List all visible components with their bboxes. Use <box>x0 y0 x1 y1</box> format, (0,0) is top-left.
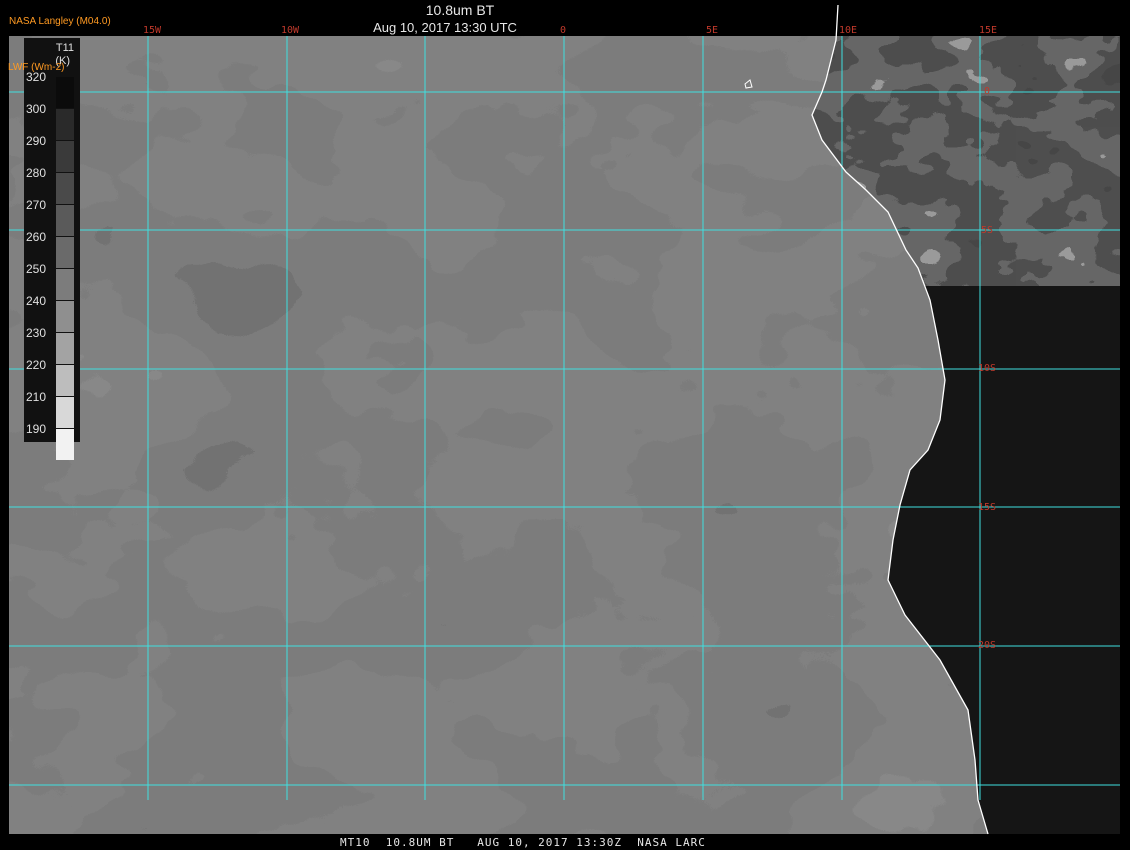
legend-swatch <box>56 333 74 364</box>
latitude-label: 20S <box>978 640 996 651</box>
map-timestamp: Aug 10, 2017 13:30 UTC <box>373 20 517 35</box>
satellite-map: 15W 10W 0 5E 10E 15E 05S10S15S20S <box>9 4 1120 835</box>
legend-swatch <box>56 429 74 460</box>
legend-label: 240 <box>26 294 47 308</box>
legend-swatch <box>56 77 74 108</box>
latitude-label: 0 <box>984 86 990 97</box>
legend-swatch <box>56 109 74 140</box>
legend-label: 250 <box>26 262 47 276</box>
legend-label: 320 <box>26 70 47 84</box>
legend-swatch <box>56 301 74 332</box>
footer-caption: MT10 10.8UM BT AUG 10, 2017 13:30Z NASA … <box>340 836 706 849</box>
latitude-label: 15S <box>978 502 996 513</box>
legend-label: 230 <box>26 326 47 340</box>
legend-label: 300 <box>26 102 47 116</box>
legend-label: 260 <box>26 230 47 244</box>
longitude-label: 15E <box>979 25 997 36</box>
legend-swatch <box>56 237 74 268</box>
legend-label: 270 <box>26 198 47 212</box>
legend-label: 290 <box>26 134 47 148</box>
latitude-label: 10S <box>978 363 996 374</box>
legend-label: 280 <box>26 166 47 180</box>
legend-swatch <box>56 141 74 172</box>
legend-swatch <box>56 365 74 396</box>
legend-label: 220 <box>26 358 47 372</box>
map-title: 10.8um BT <box>425 2 495 18</box>
latitude-label: 5S <box>981 225 993 236</box>
legend-label: 210 <box>26 390 47 404</box>
legend-title: T11 <box>55 42 74 54</box>
legend-swatch <box>56 205 74 236</box>
legend-swatch <box>56 269 74 300</box>
legend-swatch <box>56 173 74 204</box>
legend-swatch <box>56 397 74 428</box>
legend-label: 190 <box>26 422 47 436</box>
